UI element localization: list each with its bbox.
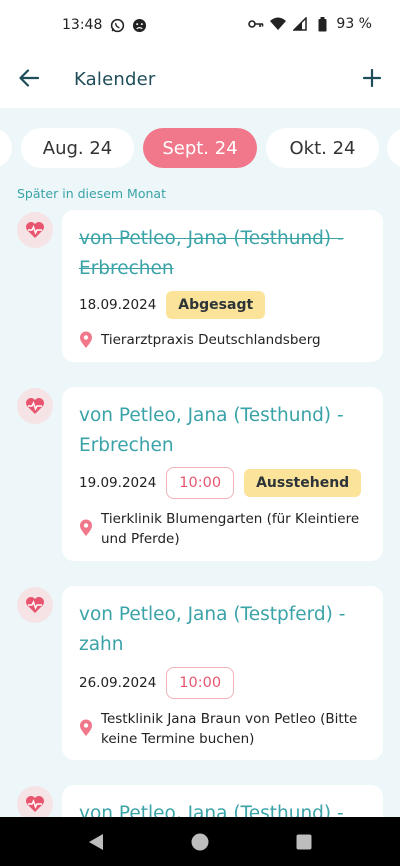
nav-home-button[interactable] (190, 832, 210, 852)
system-status: 93 % (248, 16, 372, 32)
appointment-card[interactable]: von Petleo, Jana (Testhund) - Erbrechen … (62, 210, 383, 362)
section-label: Später in diesem Monat (17, 186, 166, 201)
appointment-meta: 19.09.2024 10:00 Ausstehend (79, 467, 362, 499)
status-time: 13:48 (62, 17, 103, 33)
wifi-icon (270, 16, 287, 32)
appointment-location: Tierklinik Blumengarten (für Kleintiere … (79, 509, 369, 549)
appointment-date: 26.09.2024 (79, 675, 157, 691)
page-title: Kalender (74, 69, 156, 90)
appointment-card[interactable]: von Petleo, Jana (Testhund) - Erbrechen … (62, 387, 383, 561)
heart-icon-badge (17, 587, 53, 623)
month-pill-sept[interactable]: Sept. 24 (143, 128, 257, 168)
location-pin-icon (80, 519, 92, 536)
appointment-time: 10:00 (166, 467, 235, 499)
square-recents-icon (296, 834, 312, 850)
heart-icon-badge (17, 786, 53, 817)
appointment-location: Tierarztpraxis Deutschlandsberg (79, 330, 369, 350)
system-navigation-bar (0, 817, 400, 866)
circle-home-icon (191, 833, 209, 851)
nav-recents-button[interactable] (294, 832, 314, 852)
add-appointment-button[interactable] (360, 66, 384, 90)
appointment-title: von Petleo, Jana (Testhund) - Erbrechen (79, 405, 344, 456)
heartbeat-icon (26, 222, 44, 238)
month-pill-aug[interactable]: Aug. 24 (21, 128, 134, 168)
status-badge: Abgesagt (166, 291, 266, 319)
status-badge: Ausstehend (244, 469, 362, 497)
arrow-left-icon (19, 69, 39, 87)
heartbeat-icon (26, 398, 44, 414)
appointment-meta: 18.09.2024 Abgesagt (79, 291, 266, 319)
heart-icon-badge (17, 388, 53, 424)
battery-icon (314, 16, 330, 32)
heart-icon-badge (17, 212, 53, 248)
nav-back-button[interactable] (86, 832, 106, 852)
appointment-time: 10:00 (166, 667, 235, 699)
location-pin-icon (80, 331, 92, 348)
appointment-title: von Petleo, Jana (Testpferd) - zahn (79, 604, 346, 655)
notification-icons (109, 17, 147, 33)
signal-icon (292, 16, 308, 32)
plus-icon (363, 69, 381, 87)
appointment-location: Testklinik Jana Braun von Petleo (Bitte … (79, 709, 369, 749)
battery-percent: 93 % (336, 16, 372, 32)
heartbeat-icon (26, 796, 44, 812)
month-pill-next-edge[interactable] (387, 128, 400, 168)
heartbeat-icon (26, 597, 44, 613)
month-pill-okt[interactable]: Okt. 24 (266, 128, 379, 168)
app-bar: Kalender (0, 50, 400, 108)
key-icon (248, 16, 264, 32)
appointment-title: von Petleo, Jana (Testhund) - (79, 803, 344, 817)
appointment-date: 19.09.2024 (79, 475, 157, 491)
appointment-card[interactable]: von Petleo, Jana (Testpferd) - zahn 26.0… (62, 586, 383, 760)
month-pill-previous-edge[interactable] (0, 128, 12, 168)
triangle-back-icon (89, 834, 103, 850)
location-pin-icon (80, 719, 92, 736)
sad-face-icon (131, 17, 147, 33)
appointment-meta: 26.09.2024 10:00 (79, 667, 235, 699)
appointment-title: von Petleo, Jana (Testhund) - Erbrechen (79, 228, 344, 279)
calendar-content: Aug. 24 Sept. 24 Okt. 24 Später in diese… (0, 108, 400, 817)
appointment-date: 18.09.2024 (79, 297, 157, 313)
appointment-card[interactable]: von Petleo, Jana (Testhund) - (62, 785, 383, 817)
status-bar: 13:48 93 % (0, 0, 400, 50)
whatsapp-icon (109, 17, 125, 33)
back-button[interactable] (17, 66, 41, 90)
